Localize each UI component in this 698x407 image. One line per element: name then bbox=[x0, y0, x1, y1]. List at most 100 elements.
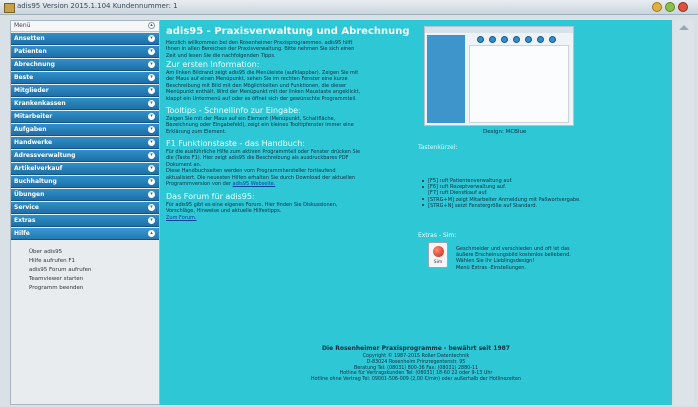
chevron-down-icon: ▾ bbox=[148, 61, 155, 68]
section-line-text: Programmversion von der bbox=[166, 181, 231, 188]
app-icon bbox=[4, 3, 15, 13]
sidebar-item-krankenkassen[interactable]: Krankenkassen ▾ bbox=[11, 98, 159, 110]
key-text: [F7] ruft Dienstkauf auf. bbox=[428, 190, 488, 197]
preview-sidebar bbox=[427, 35, 465, 123]
sidebar-item-extras[interactable]: Extras ▾ bbox=[11, 215, 159, 227]
submenu-item-teamviewer[interactable]: Teamviewer starten bbox=[11, 275, 159, 284]
sidebar-item-label: Patienten bbox=[14, 48, 47, 55]
chevron-down-icon: ▾ bbox=[148, 165, 155, 172]
keys-title: Tastenkürzel: bbox=[418, 144, 458, 151]
sidebar-item-label: Service bbox=[14, 204, 39, 211]
section-title: Tooltips - Schnellinfo zur Eingabe: bbox=[166, 106, 301, 115]
design-caption: Design: MCBlue bbox=[483, 129, 527, 135]
main-panel: adis95 - Praxisverwaltung und Abrechnung… bbox=[160, 20, 672, 405]
maximize-button[interactable] bbox=[665, 2, 675, 12]
sidebar-item-adressverwaltung[interactable]: Adressverwaltung ▾ bbox=[11, 150, 159, 162]
sidebar-item-label: Mitarbeiter bbox=[14, 113, 53, 120]
section-line: klappt ein Untermenü auf oder es öffnet … bbox=[166, 95, 357, 102]
sidebar-item-label: Beste bbox=[14, 74, 34, 81]
preview-topbar bbox=[425, 27, 573, 33]
submenu-item-ueber[interactable]: Über adis95 bbox=[11, 248, 159, 257]
sidebar-item-label: Übungen bbox=[14, 191, 45, 198]
chevron-down-icon: ▾ bbox=[148, 204, 155, 211]
submenu-item-beenden[interactable]: Programm beenden bbox=[11, 284, 159, 293]
sidebar-item-label: Extras bbox=[14, 217, 36, 224]
section-title: F1 Funktionstaste - das Handbuch: bbox=[166, 139, 305, 148]
intro-line: Zeit und lesen Sie die nachfolgenden Tip… bbox=[166, 52, 276, 59]
key-item: [STRG+N] setzt Fenstergröße auf Standard… bbox=[422, 203, 581, 209]
footer-text: Copyright © 1987-2015 Roßer Datentechnik… bbox=[160, 354, 672, 383]
sidebar-menu: Menü ▴ Ansetten ▾ Patienten ▾ Abrechnung ▾ … bbox=[10, 20, 160, 405]
chevron-down-icon: ▾ bbox=[148, 178, 155, 185]
sidebar-item-patienten[interactable]: Patienten ▾ bbox=[11, 46, 159, 58]
sidebar-item-label: Hilfe bbox=[14, 230, 30, 237]
extras-title: Extras - Sim: bbox=[418, 232, 457, 239]
sidebar-item-hilfe[interactable]: Hilfe ▴ bbox=[11, 228, 159, 240]
chevron-down-icon: ▾ bbox=[148, 191, 155, 198]
preview-icon bbox=[477, 36, 484, 43]
design-preview-image bbox=[424, 26, 574, 126]
skin-ball-icon bbox=[433, 246, 444, 257]
preview-icon bbox=[489, 36, 496, 43]
sidebar-item-label: Krankenkassen bbox=[14, 100, 66, 107]
menu-header[interactable]: Menü ▴ bbox=[11, 21, 159, 32]
submenu-item-hilfe-f1[interactable]: Hilfe aufrufen F1 bbox=[11, 257, 159, 266]
key-text: [STRG+M] zeigt Mitarbeiter Anmeldung mit… bbox=[428, 196, 581, 203]
section-text: Für die ausführliche Hilfe zum aktiven P… bbox=[166, 149, 418, 187]
chevron-down-icon: ▾ bbox=[148, 35, 155, 42]
chevron-down-icon: ▾ bbox=[148, 87, 155, 94]
skin-icon[interactable]: Sim bbox=[428, 242, 448, 268]
menu-header-label: Menü bbox=[14, 22, 31, 29]
skin-icon-label: Sim bbox=[433, 260, 443, 265]
chevron-down-icon: ▾ bbox=[148, 100, 155, 107]
chevron-down-icon: ▾ bbox=[148, 126, 155, 133]
minimize-button[interactable] bbox=[652, 2, 662, 12]
sidebar-item-label: Mitglieder bbox=[14, 87, 49, 94]
section-line: Erklärung zum Element. bbox=[166, 128, 227, 135]
scroll-up-icon[interactable] bbox=[679, 25, 689, 30]
chevron-down-icon: ▾ bbox=[148, 48, 155, 55]
key-text: [STRG+N] setzt Fenstergröße auf Standard… bbox=[428, 202, 538, 209]
footer-line: Hotline ohne Vertrag Tel: 09001-506-009 … bbox=[311, 377, 521, 383]
sidebar-item-label: Artikelverkauf bbox=[14, 165, 63, 172]
preview-icon bbox=[549, 36, 556, 43]
chevron-down-icon: ▾ bbox=[148, 74, 155, 81]
title-bar: adis95 Version 2015.1.104 Kundennummer: … bbox=[0, 0, 698, 15]
preview-icon bbox=[537, 36, 544, 43]
sidebar-item-artikelverkauf[interactable]: Artikelverkauf ▾ bbox=[11, 163, 159, 175]
key-text: [F6] ruft Rezeptverwaltung auf. bbox=[428, 184, 507, 191]
extras-line: Menü Extras -Einstellungen. bbox=[456, 264, 526, 271]
close-button[interactable] bbox=[678, 2, 688, 12]
extras-text: Geschmeider und verschieden und oft ist … bbox=[456, 246, 571, 271]
keys-list: [F5] ruft Patientenverwaltung auf. [F6] … bbox=[422, 178, 581, 209]
sidebar-item-label: Handwerke bbox=[14, 139, 53, 146]
section-title: Zur ersten Information: bbox=[166, 60, 260, 69]
preview-icon bbox=[525, 36, 532, 43]
chevron-down-icon: ▾ bbox=[148, 217, 155, 224]
sidebar-item-beste[interactable]: Beste ▾ bbox=[11, 72, 159, 84]
sidebar-item-handwerke[interactable]: Handwerke ▾ bbox=[11, 137, 159, 149]
section-text: Für adis95 gibt es eine eigenes Forum. H… bbox=[166, 202, 418, 221]
sidebar-item-uebungen[interactable]: Übungen ▾ bbox=[11, 189, 159, 201]
sidebar-item-mitarbeiter[interactable]: Mitarbeiter ▾ bbox=[11, 111, 159, 123]
chevron-down-icon: ▾ bbox=[148, 152, 155, 159]
sidebar-item-mitglieder[interactable]: Mitglieder ▾ bbox=[11, 85, 159, 97]
section-text: Zeigen Sie mit der Maus auf ein Element … bbox=[166, 116, 418, 135]
sidebar-item-label: Adressverwaltung bbox=[14, 152, 76, 159]
window-title: adis95 Version 2015.1.104 Kundennummer: … bbox=[17, 2, 178, 10]
sidebar-item-label: Abrechnung bbox=[14, 61, 55, 68]
sidebar-item-abrechnung[interactable]: Abrechnung ▾ bbox=[11, 59, 159, 71]
website-link[interactable]: adis95 Webseite. bbox=[233, 181, 276, 187]
chevron-down-icon: ▾ bbox=[148, 113, 155, 120]
chevron-up-icon: ▴ bbox=[148, 230, 155, 237]
scrollbar[interactable] bbox=[674, 20, 694, 405]
submenu-item-forum[interactable]: adis95 Forum aufrufen bbox=[11, 266, 159, 275]
sidebar-item-buchhaltung[interactable]: Buchhaltung ▾ bbox=[11, 176, 159, 188]
sidebar-item-service[interactable]: Service ▾ bbox=[11, 202, 159, 214]
collapse-icon[interactable]: ▴ bbox=[148, 22, 155, 29]
sidebar-item-ansetten[interactable]: Ansetten ▾ bbox=[11, 33, 159, 45]
forum-link[interactable]: Zum Forum. bbox=[166, 215, 418, 221]
sidebar-item-aufgaben[interactable]: Aufgaben ▾ bbox=[11, 124, 159, 136]
section-line: Programmversion von der adis95 Webseite. bbox=[166, 181, 418, 187]
preview-content bbox=[469, 45, 569, 123]
